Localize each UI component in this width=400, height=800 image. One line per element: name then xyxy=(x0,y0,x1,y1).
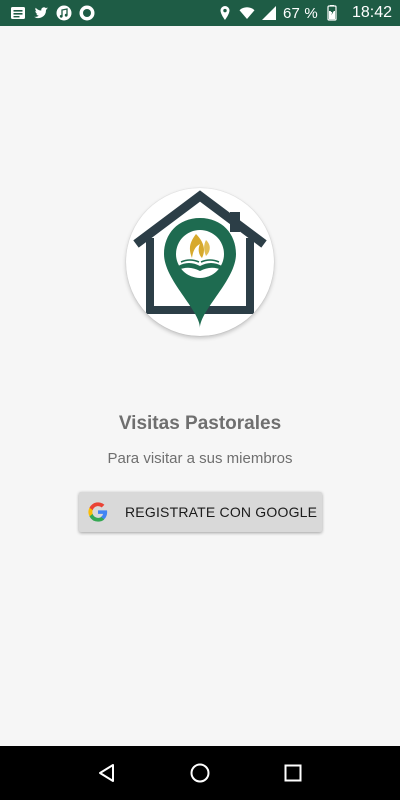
status-bar: 67 % 18:42 xyxy=(0,0,400,26)
home-button[interactable] xyxy=(180,753,220,793)
recents-icon xyxy=(284,764,302,782)
notification-icon xyxy=(10,5,26,21)
app-subtitle: Para visitar a sus miembros xyxy=(107,450,293,467)
music-icon xyxy=(56,5,72,21)
back-icon xyxy=(98,764,114,782)
status-system: 67 % 18:42 xyxy=(217,4,392,22)
app-title: Visitas Pastorales xyxy=(118,413,282,434)
status-time: 18:42 xyxy=(351,4,392,21)
back-button[interactable] xyxy=(87,753,127,793)
app-logo xyxy=(126,188,274,336)
location-icon xyxy=(217,5,233,21)
battery-icon xyxy=(324,5,340,21)
google-icon xyxy=(87,501,109,523)
home-icon xyxy=(190,763,210,783)
status-notifications xyxy=(10,5,95,21)
twitter-icon xyxy=(33,5,49,21)
battery-percent: 67 % xyxy=(282,4,318,22)
google-sign-in-button[interactable]: REGISTRATE CON GOOGLE xyxy=(79,492,322,532)
cell-signal-icon xyxy=(261,5,277,21)
login-screen: Visitas Pastorales Para visitar a sus mi… xyxy=(0,26,400,746)
recents-button[interactable] xyxy=(273,753,313,793)
house-location-pin-logo xyxy=(133,190,267,328)
navigation-bar xyxy=(0,746,400,800)
record-icon xyxy=(79,5,95,21)
wifi-icon xyxy=(239,5,255,21)
google-sign-in-label: REGISTRATE CON GOOGLE xyxy=(125,504,318,520)
